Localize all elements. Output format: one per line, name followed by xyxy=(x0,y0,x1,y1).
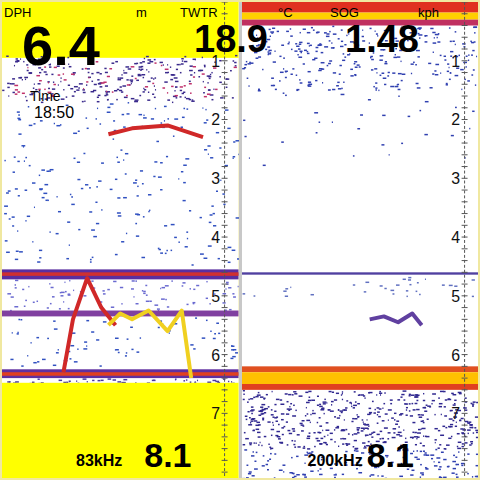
depth-scale: 1 2 3 4 5 6 7 xyxy=(211,2,227,478)
depth-scale: 1 2 3 4 5 6 7 xyxy=(451,2,467,478)
time-label: Time xyxy=(30,89,61,103)
svg-text:1: 1 xyxy=(451,53,460,70)
echo-noise xyxy=(242,26,478,92)
sonar-panel: 1 2 3 4 5 6 7 83kHz 8.1 xyxy=(2,2,239,478)
fishfinder-screen: 123456783kHz8.11234567200kHz8.1DPHm6.4Ti… xyxy=(0,0,480,480)
echo-noise xyxy=(10,317,238,366)
svg-text:6: 6 xyxy=(211,347,220,364)
speed-label: SOG xyxy=(330,6,359,19)
svg-text:4: 4 xyxy=(211,229,220,246)
svg-text:7: 7 xyxy=(451,405,460,422)
svg-text:7: 7 xyxy=(211,405,220,422)
svg-text:5: 5 xyxy=(451,288,460,305)
depth-unit: m xyxy=(136,6,147,19)
fish-arch xyxy=(108,311,191,379)
echo-band xyxy=(2,369,239,378)
echo-noise xyxy=(2,55,237,103)
speed-unit: kph xyxy=(418,6,439,19)
time-value: 18:50 xyxy=(34,105,74,121)
fish-arch xyxy=(63,278,115,372)
speed-value: 1.48 xyxy=(345,20,419,58)
range-value: 8.1 xyxy=(367,438,414,472)
echo-noise xyxy=(243,92,474,166)
echo-band xyxy=(2,269,239,279)
range-value: 8.1 xyxy=(144,438,191,472)
svg-text:4: 4 xyxy=(451,229,460,246)
echo-noise xyxy=(242,390,478,450)
temp-unit: °C xyxy=(278,6,293,19)
echogram: 1 2 3 4 5 6 7 xyxy=(2,2,239,478)
echo-band xyxy=(242,13,479,20)
echo-band xyxy=(242,272,479,274)
frequency-label: 83kHz xyxy=(76,453,122,472)
depth-value: 6.4 xyxy=(22,18,100,74)
fish-arch xyxy=(369,313,421,325)
echo-noise xyxy=(14,61,237,97)
svg-text:2: 2 xyxy=(211,111,220,128)
svg-text:2: 2 xyxy=(451,111,460,128)
svg-text:1: 1 xyxy=(211,53,220,70)
svg-text:3: 3 xyxy=(211,170,220,187)
echo-band xyxy=(242,366,479,372)
echo-band xyxy=(2,372,239,376)
temp-label: TWTR xyxy=(180,6,218,19)
panel-footer: 200kHz8.1 xyxy=(308,438,414,472)
echo-band xyxy=(242,372,479,384)
echo-band xyxy=(242,2,479,13)
svg-text:3: 3 xyxy=(451,170,460,187)
echo-band xyxy=(2,2,239,58)
temp-value: 18.9 xyxy=(194,20,268,58)
depth-label: DPH xyxy=(4,6,31,19)
echo-band xyxy=(242,20,479,26)
sonar-panel: 1 2 3 4 5 6 7 200kHz8.1 xyxy=(242,2,479,478)
echogram: 1 2 3 4 5 6 7 xyxy=(242,2,479,478)
echo-band xyxy=(2,272,239,276)
svg-text:6: 6 xyxy=(451,347,460,364)
echo-noise xyxy=(7,280,238,312)
fish-arch xyxy=(108,125,203,137)
panel-footer: 83kHz 8.1 xyxy=(76,438,192,472)
echo-band xyxy=(2,383,239,478)
frequency-label: 200kHz xyxy=(308,453,363,472)
echo-band xyxy=(242,384,479,390)
panel-divider xyxy=(239,2,242,478)
svg-text:5: 5 xyxy=(211,288,220,305)
readouts: DPH m 6.4 Time 18:50 TWTR °C 18.9 SOG kph1.48 xyxy=(0,0,480,480)
echo-noise xyxy=(242,277,474,297)
echo-noise xyxy=(4,102,238,266)
echo-noise xyxy=(242,449,478,478)
